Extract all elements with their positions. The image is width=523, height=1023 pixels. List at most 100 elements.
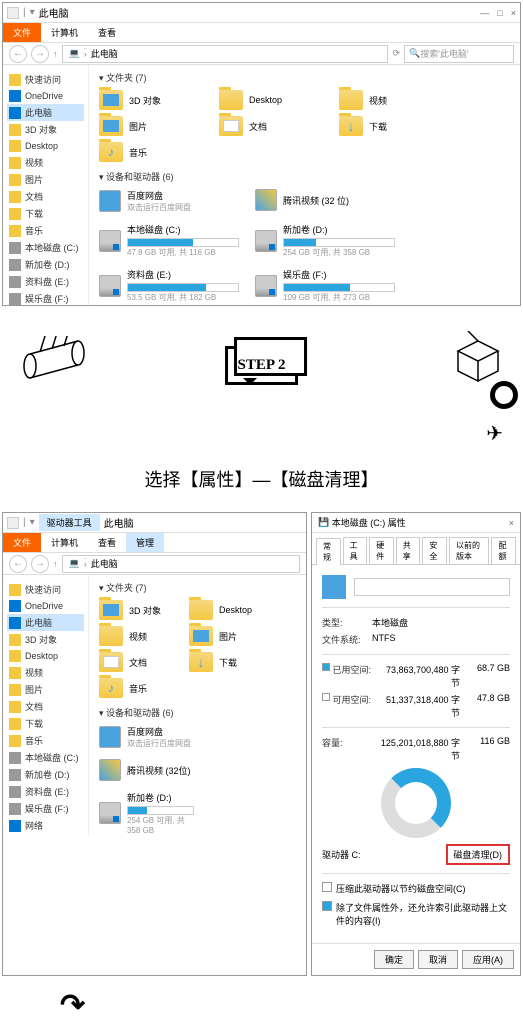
fld-icon [9, 718, 21, 730]
folder-icon [99, 678, 123, 698]
folders-header[interactable]: ▾ 文件夹 (7) [99, 71, 510, 84]
drive-娱乐盘 (F:)[interactable]: 娱乐盘 (F:)109 GB 可用, 共 273 GB [255, 268, 395, 303]
sidebar-item-资料盘 (E:)[interactable]: 资料盘 (E:) [7, 273, 84, 290]
sidebar-item-快速访问[interactable]: 快速访问 [7, 71, 84, 88]
tab-security[interactable]: 安全 [422, 537, 447, 564]
tab-prev[interactable]: 以前的版本 [449, 537, 489, 564]
tab-quota[interactable]: 配额 [491, 537, 516, 564]
computer-tab[interactable]: 计算机 [41, 533, 88, 552]
explorer-window-2: |▾ 驱动器工具 此电脑 文件 计算机 查看 管理 ← → ↑ 💻›此电脑 快速… [2, 512, 307, 976]
sidebar-item-此电脑[interactable]: 此电脑 [7, 104, 84, 121]
sidebar-item-视频[interactable]: 视频 [7, 154, 84, 171]
up-button[interactable]: ↑ [53, 49, 58, 59]
folder-Desktop[interactable]: Desktop [189, 600, 269, 620]
folder-3D 对象[interactable]: 3D 对象 [99, 600, 179, 620]
folder-下载[interactable]: 下载 [189, 652, 269, 672]
folder-文档[interactable]: 文档 [99, 652, 179, 672]
sidebar-item-家庭组[interactable]: 家庭组 [7, 834, 84, 835]
refresh-button[interactable]: ⟳ [392, 48, 400, 59]
sidebar-item-娱乐盘 (F:)[interactable]: 娱乐盘 (F:) [7, 290, 84, 305]
sidebar-item-Desktop[interactable]: Desktop [7, 138, 84, 154]
disk-icon: 💾 [318, 517, 329, 528]
sidebar-item-OneDrive[interactable]: OneDrive [7, 88, 84, 104]
folder-文档[interactable]: 文档 [219, 116, 319, 136]
sidebar-item-3D 对象[interactable]: 3D 对象 [7, 121, 84, 138]
folder-图片[interactable]: 图片 [99, 116, 199, 136]
sidebar-item-视频[interactable]: 视频 [7, 664, 84, 681]
folder-icon [99, 142, 123, 162]
drive-本地磁盘 (C:)[interactable]: 本地磁盘 (C:)47.8 GB 可用, 共 116 GB [99, 223, 239, 258]
breadcrumb-item[interactable]: 此电脑 [91, 47, 118, 60]
label-input[interactable] [354, 578, 510, 596]
tab-tools[interactable]: 工具 [343, 537, 368, 564]
close-button[interactable]: × [509, 518, 514, 528]
drive-百度网盘[interactable]: 百度网盘双击运行百度网盘 [99, 189, 239, 213]
search-input[interactable]: 🔍 搜索'此电脑' [404, 45, 514, 63]
folder-Desktop[interactable]: Desktop [219, 90, 319, 110]
sidebar-item-3D 对象[interactable]: 3D 对象 [7, 631, 84, 648]
folder-3D 对象[interactable]: 3D 对象 [99, 90, 199, 110]
sidebar-item-OneDrive[interactable]: OneDrive [7, 598, 84, 614]
drive-icon [255, 230, 277, 252]
step-decoration: STEP 2 ✈ [0, 326, 523, 446]
sidebar-item-本地磁盘 (C:)[interactable]: 本地磁盘 (C:) [7, 749, 84, 766]
forward-button[interactable]: → [31, 45, 49, 63]
sidebar-item-下载[interactable]: 下载 [7, 205, 84, 222]
index-checkbox[interactable] [322, 901, 332, 911]
view-tab[interactable]: 查看 [88, 533, 126, 552]
drive-新加卷 (D:)[interactable]: 新加卷 (D:)254 GB 可用, 共 358 GB [255, 223, 395, 258]
circle-sketch [490, 381, 518, 409]
maximize-button[interactable]: □ [497, 8, 502, 18]
sidebar-item-快速访问[interactable]: 快速访问 [7, 581, 84, 598]
drive-新加卷 (D:)[interactable]: 新加卷 (D:)254 GB 可用, 共 358 GB [99, 791, 194, 835]
breadcrumb[interactable]: 💻 › 此电脑 [62, 45, 389, 63]
file-tab[interactable]: 文件 [3, 23, 41, 42]
tab-general[interactable]: 常规 [316, 538, 341, 565]
tab-sharing[interactable]: 共享 [396, 537, 421, 564]
view-tab[interactable]: 查看 [88, 23, 126, 42]
apply-button[interactable]: 应用(A) [462, 950, 514, 969]
compress-checkbox[interactable] [322, 882, 332, 892]
sidebar-item-娱乐盘 (F:)[interactable]: 娱乐盘 (F:) [7, 800, 84, 817]
drive-百度网盘[interactable]: 百度网盘双击运行百度网盘 [99, 725, 194, 749]
sidebar-item-图片[interactable]: 图片 [7, 171, 84, 188]
minimize-button[interactable]: — [480, 8, 489, 18]
folder-icon [339, 90, 363, 110]
ok-button[interactable]: 确定 [374, 950, 414, 969]
drives-header[interactable]: ▾ 设备和驱动器 (6) [99, 170, 510, 183]
disk-icon [9, 803, 21, 815]
disk-cleanup-button[interactable]: 磁盘清理(D) [446, 844, 511, 865]
nav-pane: 快速访问OneDrive此电脑3D 对象Desktop视频图片文档下载音乐本地磁… [3, 65, 89, 305]
sidebar-item-图片[interactable]: 图片 [7, 681, 84, 698]
computer-tab[interactable]: 计算机 [41, 23, 88, 42]
folder-音乐[interactable]: 音乐 [99, 678, 179, 698]
sidebar-item-新加卷 (D:)[interactable]: 新加卷 (D:) [7, 766, 84, 783]
sidebar-item-本地磁盘 (C:)[interactable]: 本地磁盘 (C:) [7, 239, 84, 256]
folder-音乐[interactable]: 音乐 [99, 142, 199, 162]
file-tab[interactable]: 文件 [3, 533, 41, 552]
sidebar-item-此电脑[interactable]: 此电脑 [7, 614, 84, 631]
folder-视频[interactable]: 视频 [99, 626, 179, 646]
sidebar-item-新加卷 (D:)[interactable]: 新加卷 (D:) [7, 256, 84, 273]
sidebar-item-音乐[interactable]: 音乐 [7, 732, 84, 749]
sidebar-item-资料盘 (E:)[interactable]: 资料盘 (E:) [7, 783, 84, 800]
sidebar-item-文档[interactable]: 文档 [7, 188, 84, 205]
folder-下载[interactable]: 下载 [339, 116, 439, 136]
drive-腾讯视频 (32位)[interactable]: 腾讯视频 (32位) [99, 759, 194, 781]
qat-dropdown[interactable]: ▾ [30, 7, 35, 18]
cancel-button[interactable]: 取消 [418, 950, 458, 969]
drive-资料盘 (E:)[interactable]: 资料盘 (E:)53.5 GB 可用, 共 182 GB [99, 268, 239, 303]
sidebar-item-音乐[interactable]: 音乐 [7, 222, 84, 239]
drive-腾讯视频 (32 位)[interactable]: 腾讯视频 (32 位) [255, 189, 395, 213]
sidebar-item-文档[interactable]: 文档 [7, 698, 84, 715]
folder-图片[interactable]: 图片 [189, 626, 269, 646]
folder-视频[interactable]: 视频 [339, 90, 439, 110]
manage-tab[interactable]: 管理 [126, 533, 164, 552]
sidebar-item-Desktop[interactable]: Desktop [7, 648, 84, 664]
close-button[interactable]: × [511, 8, 516, 18]
back-button[interactable]: ← [9, 45, 27, 63]
drive-tools-tab[interactable]: 驱动器工具 [39, 514, 100, 531]
sidebar-item-网络[interactable]: 网络 [7, 817, 84, 834]
tab-hardware[interactable]: 硬件 [369, 537, 394, 564]
sidebar-item-下载[interactable]: 下载 [7, 715, 84, 732]
